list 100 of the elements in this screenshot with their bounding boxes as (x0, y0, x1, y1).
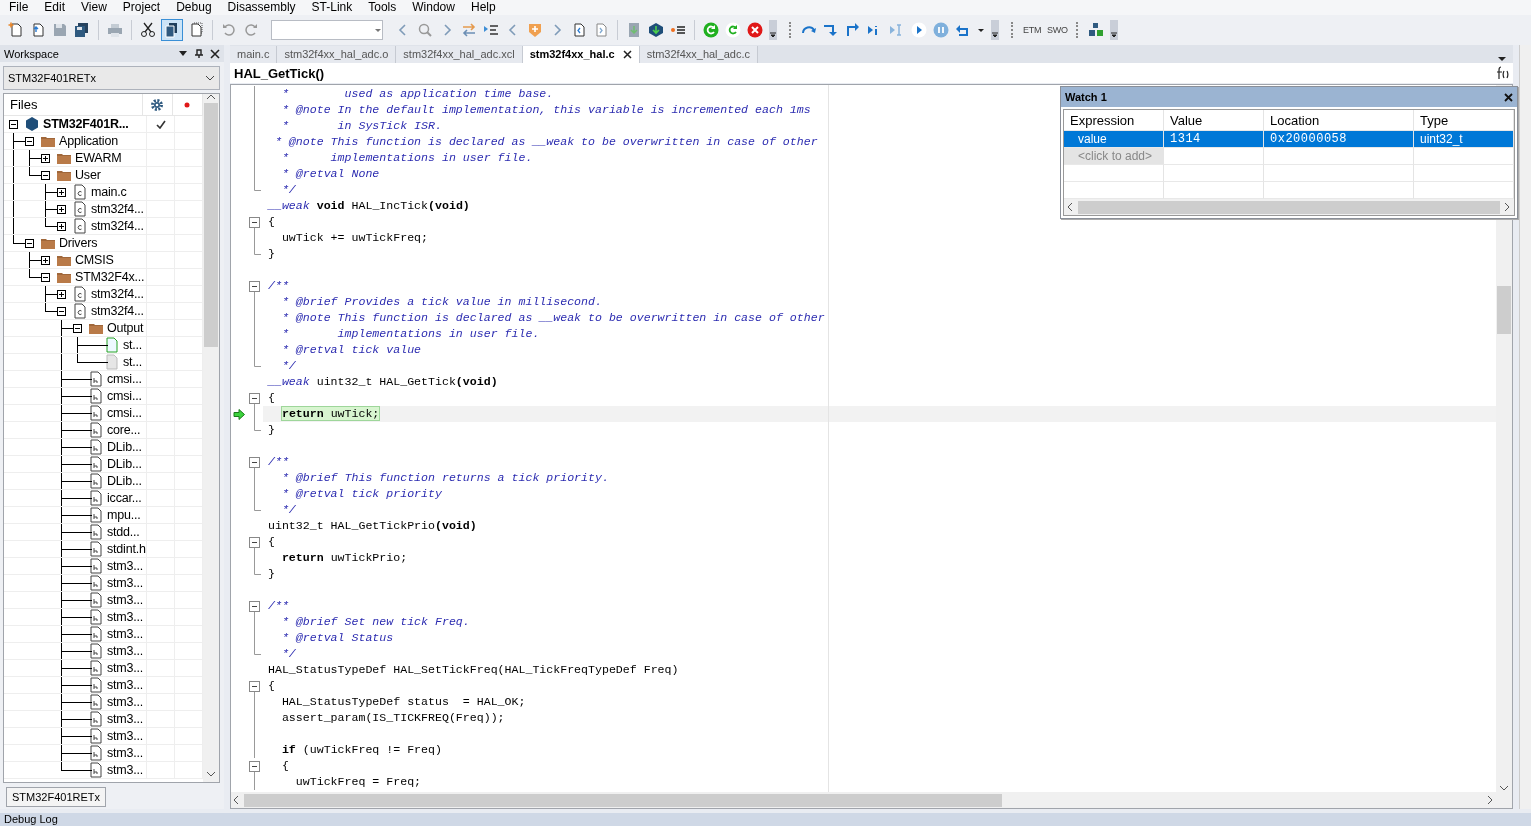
tree-item[interactable]: DLib... (107, 457, 142, 471)
collapse-icon[interactable] (9, 120, 18, 129)
tree-item[interactable]: stm3... (107, 695, 144, 709)
tree-item[interactable]: stm3... (107, 763, 144, 777)
tab-list-icon[interactable] (1497, 55, 1507, 63)
scroll-right-icon[interactable] (1487, 795, 1494, 805)
tree-item[interactable]: stm32f4... (91, 304, 144, 318)
function-icon[interactable] (1494, 66, 1509, 80)
tree-item[interactable]: stm32f4... (91, 202, 144, 216)
scrollbar-thumb[interactable] (244, 793, 1002, 807)
tree-item[interactable]: stm3... (107, 746, 144, 760)
tree-item[interactable]: core... (107, 423, 141, 437)
file-tab[interactable]: stm32f4xx_hal.c (522, 46, 640, 63)
toolbar-overflow-icon[interactable] (1109, 20, 1118, 40)
panel-tab[interactable]: Debug Log (4, 813, 58, 825)
collapse-icon[interactable] (25, 137, 34, 146)
tree-item[interactable]: STM32F4x... (75, 270, 145, 284)
collapse-icon[interactable] (249, 457, 260, 468)
tree-item[interactable]: stm3... (107, 576, 144, 590)
tree-item[interactable]: stdd... (107, 525, 140, 539)
save-all-icon[interactable] (74, 22, 90, 38)
menu-item[interactable]: Tools (360, 0, 405, 15)
dot-icon[interactable] (184, 101, 191, 108)
file-tab[interactable]: stm32f4xx_hal_adc.xcl (396, 46, 523, 63)
list-indent-icon[interactable] (483, 22, 499, 38)
scrollbar-thumb[interactable] (1497, 286, 1511, 334)
table-cell[interactable]: value (1064, 131, 1164, 148)
file-tab[interactable]: main.c (230, 46, 278, 63)
tree-item[interactable]: stm3... (107, 593, 144, 607)
expand-icon[interactable] (57, 205, 66, 214)
collapse-icon[interactable] (249, 393, 260, 404)
menu-item[interactable]: Window (404, 0, 463, 15)
scroll-down-icon[interactable] (206, 771, 216, 778)
refresh-icon[interactable] (703, 22, 719, 38)
collapse-icon[interactable] (41, 171, 50, 180)
tree-item[interactable]: stm32f4... (91, 287, 144, 301)
dropdown-icon[interactable] (178, 49, 188, 58)
collapse-icon[interactable] (249, 681, 260, 692)
tree-item[interactable]: stm3... (107, 712, 144, 726)
tree-item[interactable]: stm3... (107, 559, 144, 573)
menu-item[interactable]: Debug (168, 0, 220, 15)
scrollbar-thumb[interactable] (1078, 200, 1500, 214)
collapse-icon[interactable] (249, 281, 260, 292)
menu-item[interactable]: Disassembly (219, 0, 304, 15)
menu-item[interactable]: Help (462, 0, 504, 15)
layout-icon[interactable] (1087, 22, 1104, 38)
tree-item[interactable]: DLib... (107, 474, 142, 488)
tree-item[interactable]: User (75, 168, 101, 182)
expand-icon[interactable] (57, 188, 66, 197)
tree-item[interactable]: CMSIS (75, 253, 114, 267)
expand-icon[interactable] (57, 222, 66, 231)
pin-icon[interactable] (194, 48, 204, 59)
download-icon[interactable] (648, 22, 664, 38)
menu-item[interactable]: Project (114, 0, 169, 15)
refresh-icon[interactable] (725, 22, 741, 38)
menu-item[interactable]: View (73, 0, 115, 15)
scroll-left-icon[interactable] (1067, 202, 1074, 212)
tree-item[interactable]: Application (59, 134, 118, 148)
collapse-icon[interactable] (249, 761, 260, 772)
menu-item[interactable]: File (1, 0, 37, 15)
file-tab[interactable]: stm32f4xx_hal_adc.o (277, 46, 397, 63)
paste-icon[interactable] (188, 22, 204, 38)
tree-item[interactable]: EWARM (75, 151, 122, 165)
close-icon[interactable] (210, 48, 220, 59)
file-tab[interactable]: stm32f4xx_hal_adc.c (639, 46, 758, 63)
scrollbar-thumb[interactable] (204, 103, 218, 347)
play-icon[interactable] (911, 22, 927, 38)
swap-arrows-icon[interactable] (461, 22, 477, 38)
tree-item[interactable]: stm3... (107, 678, 144, 692)
configuration-dropdown[interactable]: STM32F401RETx (3, 66, 220, 90)
tree-item[interactable]: stm3... (107, 729, 144, 743)
tree-item[interactable]: stm3... (107, 627, 144, 641)
tree-item[interactable]: cmsi... (107, 389, 142, 403)
expand-icon[interactable] (57, 290, 66, 299)
tree-item[interactable]: stdint.h (107, 542, 146, 556)
tree-item[interactable]: stm3... (107, 661, 144, 675)
copy-icon[interactable] (162, 20, 182, 40)
toolbar-label[interactable]: ETM (1023, 25, 1042, 35)
tree-item[interactable]: Drivers (59, 236, 98, 250)
toolbar-label[interactable]: SWO (1047, 25, 1068, 35)
expand-icon[interactable] (41, 154, 50, 163)
open-file-icon[interactable] (30, 22, 46, 38)
scroll-up-icon[interactable] (206, 94, 216, 101)
workspace-tab[interactable]: STM32F401RETx (6, 787, 107, 807)
tree-item[interactable]: Output (107, 321, 144, 335)
tree-item[interactable]: STM32F401R... (43, 117, 129, 131)
close-icon[interactable] (622, 50, 632, 59)
tree-item[interactable]: st... (123, 355, 143, 369)
toolbar-overflow-icon[interactable] (991, 20, 999, 40)
toolbar-overflow-icon[interactable] (769, 20, 777, 40)
tree-item[interactable]: stm3... (107, 610, 144, 624)
tree-item[interactable]: iccar... (107, 491, 142, 505)
tree-item[interactable]: main.c (91, 185, 127, 199)
collapse-icon[interactable] (249, 537, 260, 548)
tree-item[interactable]: DLib... (107, 440, 142, 454)
tree-item[interactable]: cmsi... (107, 406, 142, 420)
document-back-icon[interactable] (571, 22, 587, 38)
scroll-left-icon[interactable] (233, 795, 240, 805)
step-into-icon[interactable] (823, 22, 839, 38)
menu-item[interactable]: ST-Link (303, 0, 361, 15)
